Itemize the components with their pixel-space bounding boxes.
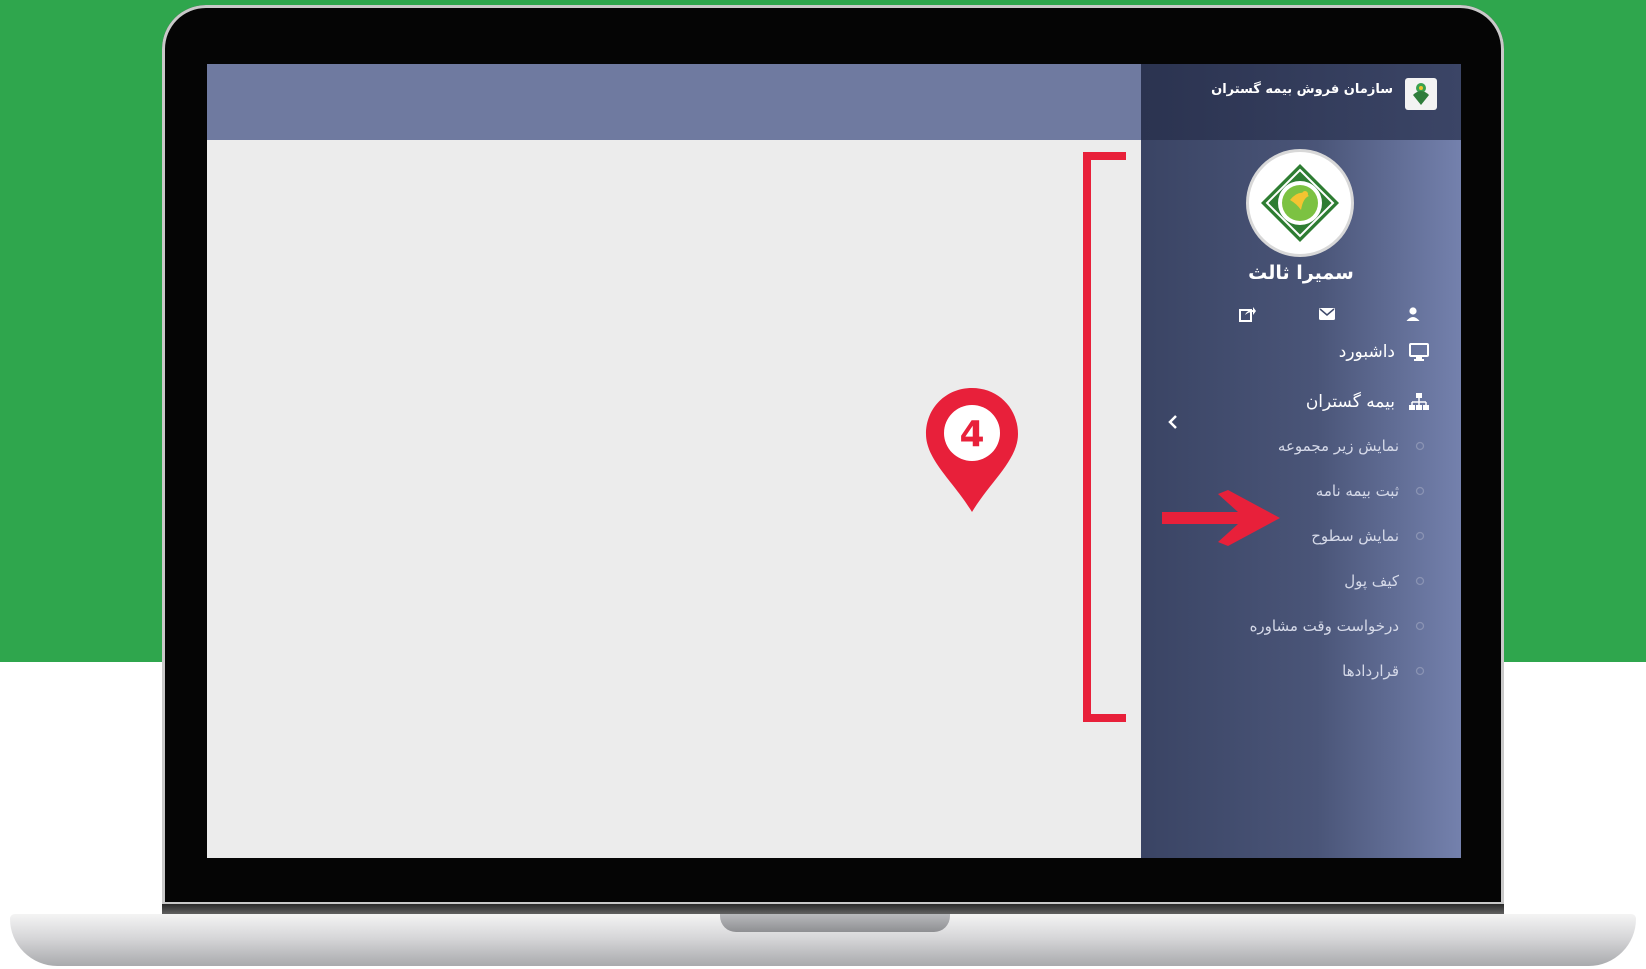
annotation-arrow [1162,490,1280,546]
top-navbar [207,64,1141,140]
app-screen: سازمان فروش بیمه گستران سمیرا ثالث داشبو… [207,64,1461,858]
step-number: 4 [959,414,984,455]
user-icon[interactable] [1401,302,1425,326]
submenu-item-subset[interactable]: نمایش زیر مجموعه [1278,434,1427,458]
submenu-item-label: درخواست وقت مشاوره [1249,617,1399,635]
envelope-icon[interactable] [1315,302,1339,326]
submenu-item-wallet[interactable]: کیف پول [1344,569,1427,593]
menu-item-dashboard[interactable]: داشبورد [1339,338,1431,366]
submenu-item-label: نمایش سطوح [1311,527,1399,545]
menu-item-label: بیمه گستران [1305,392,1395,412]
step-marker-pin: 4 [926,388,1018,512]
laptop-notch [720,914,950,932]
sidebar: سازمان فروش بیمه گستران سمیرا ثالث داشبو… [1141,64,1461,858]
menu-item-bime-gostaran[interactable]: بیمه گستران [1306,388,1431,416]
submenu-item-levels[interactable]: نمایش سطوح [1311,524,1427,548]
brand-title: سازمان فروش بیمه گستران [1211,82,1393,97]
submenu-item-label: ثبت بیمه نامه [1315,482,1399,500]
annotation-bracket [1083,152,1126,722]
monitor-icon [1407,340,1431,364]
menu-item-label: داشبورد [1338,342,1395,362]
submenu-item-register-policy[interactable]: ثبت بیمه نامه [1316,479,1427,503]
submenu-item-label: کیف پول [1344,572,1399,590]
brand-logo[interactable] [1405,78,1437,110]
avatar[interactable] [1249,152,1351,254]
user-name: سمیرا ثالث [1248,262,1354,284]
user-action-icons [1141,302,1461,326]
circle-icon [1413,439,1427,453]
circle-icon [1413,619,1427,633]
circle-icon [1413,484,1427,498]
chevron-left-icon[interactable] [1163,410,1183,434]
circle-icon [1413,574,1427,588]
submenu-item-contracts[interactable]: قراردادها [1342,659,1427,683]
submenu-item-label: نمایش زیر مجموعه [1277,437,1399,455]
circle-icon [1413,529,1427,543]
submenu-item-label: قراردادها [1342,662,1399,680]
submenu-item-consultation[interactable]: درخواست وقت مشاوره [1250,614,1427,638]
share-icon[interactable] [1235,302,1259,326]
sidebar-header: سازمان فروش بیمه گستران [1141,64,1461,140]
circle-icon [1413,664,1427,678]
sitemap-icon [1407,390,1431,414]
